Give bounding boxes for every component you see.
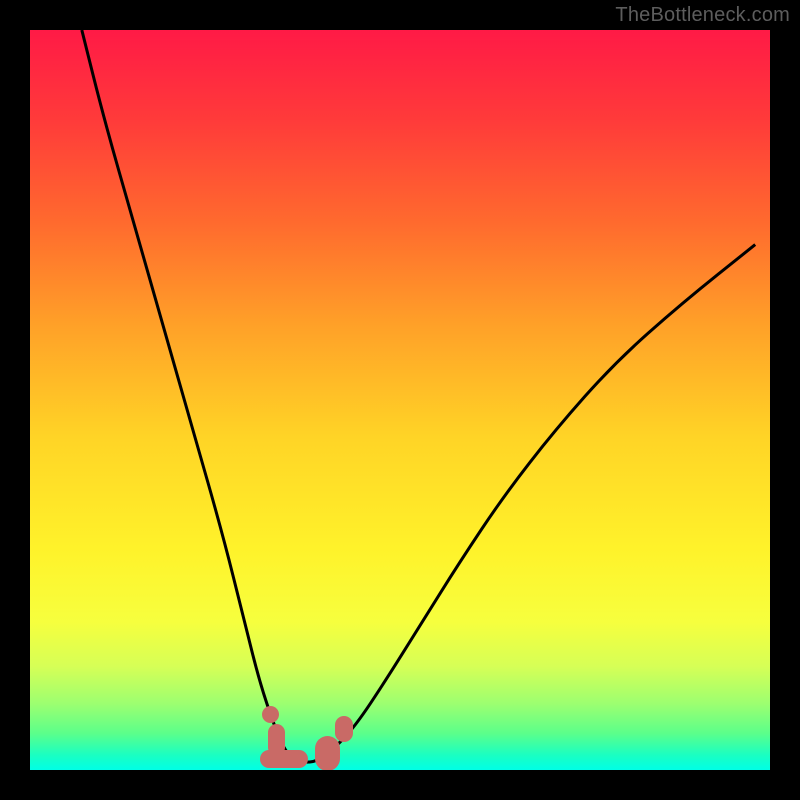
marker-dot bbox=[335, 716, 353, 742]
watermark: TheBottleneck.com bbox=[615, 4, 790, 27]
plot-area bbox=[30, 30, 770, 770]
marker-dot bbox=[315, 736, 339, 770]
marker-dot bbox=[262, 706, 278, 722]
marker-dot bbox=[260, 750, 308, 769]
chart-frame: TheBottleneck.com bbox=[0, 0, 800, 800]
marker-layer bbox=[30, 30, 770, 770]
